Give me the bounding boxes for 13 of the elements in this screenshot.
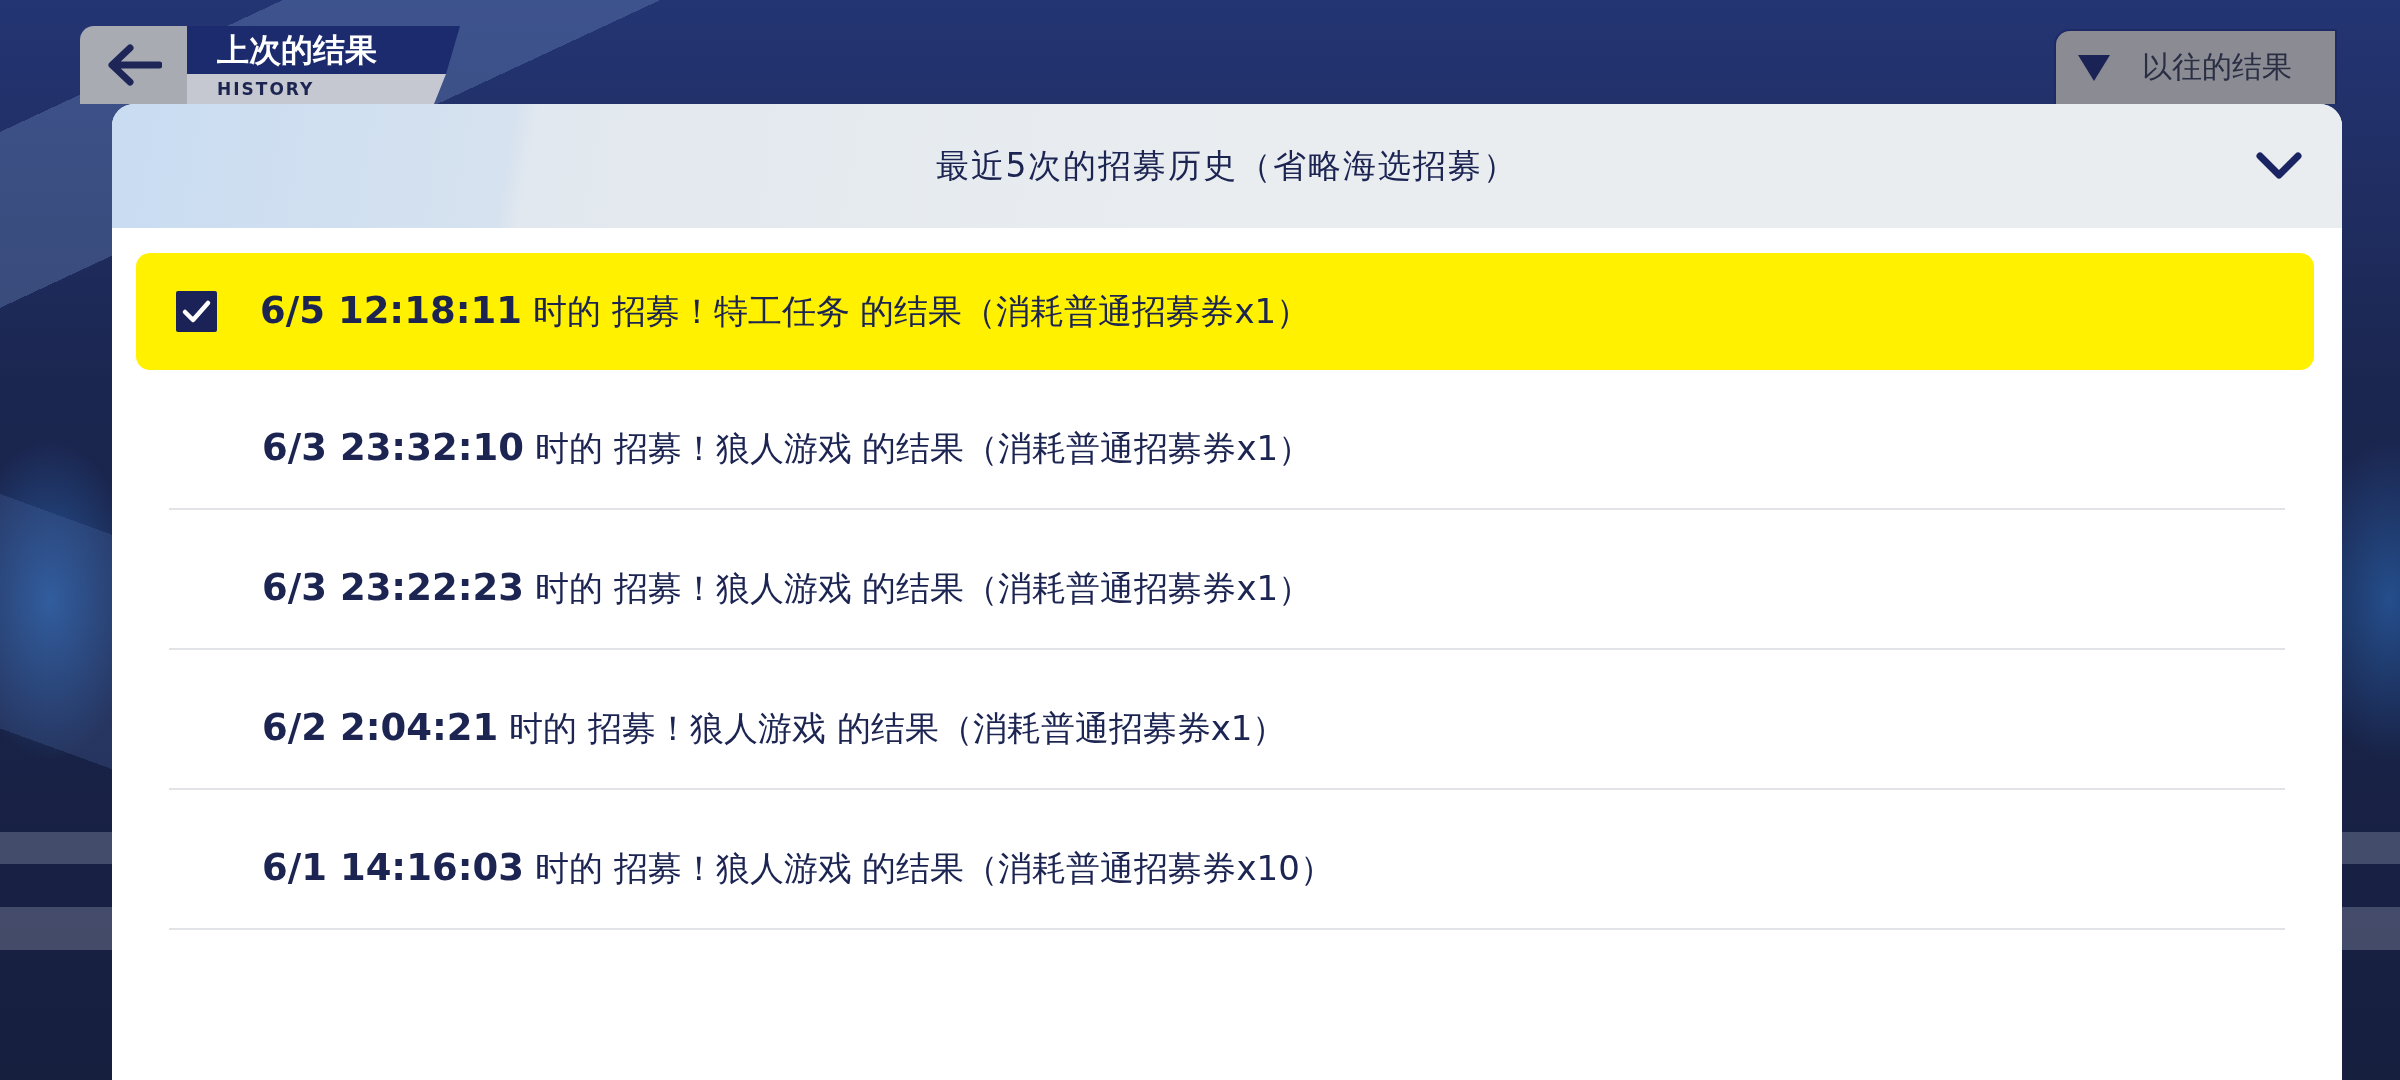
chevron-down-icon[interactable] [2256, 152, 2302, 180]
history-row[interactable]: 6/1 14:16:03 时的 招募！狼人游戏 的结果（消耗普通招募券x10） [169, 790, 2285, 930]
triangle-down-icon [2078, 54, 2110, 81]
past-results-button[interactable]: 以往的结果 [2054, 29, 2337, 104]
checkbox-icon [176, 291, 217, 332]
screen-title: 上次的结果 [187, 26, 460, 74]
arrow-left-icon [105, 44, 162, 86]
history-row[interactable]: 6/5 12:18:11 时的 招募！特工任务 的结果（消耗普通招募券x1） [136, 253, 2314, 370]
history-row[interactable]: 6/3 23:32:10 时的 招募！狼人游戏 的结果（消耗普通招募券x1） [169, 370, 2285, 510]
back-button[interactable] [80, 26, 187, 104]
history-row[interactable]: 6/3 23:22:23 时的 招募！狼人游戏 的结果（消耗普通招募券x1） [169, 510, 2285, 650]
history-row[interactable]: 6/2 2:04:21 时的 招募！狼人游戏 的结果（消耗普通招募券x1） [169, 650, 2285, 790]
panel-title: 最近5次的招募历史（省略海选招募） [935, 144, 1519, 187]
